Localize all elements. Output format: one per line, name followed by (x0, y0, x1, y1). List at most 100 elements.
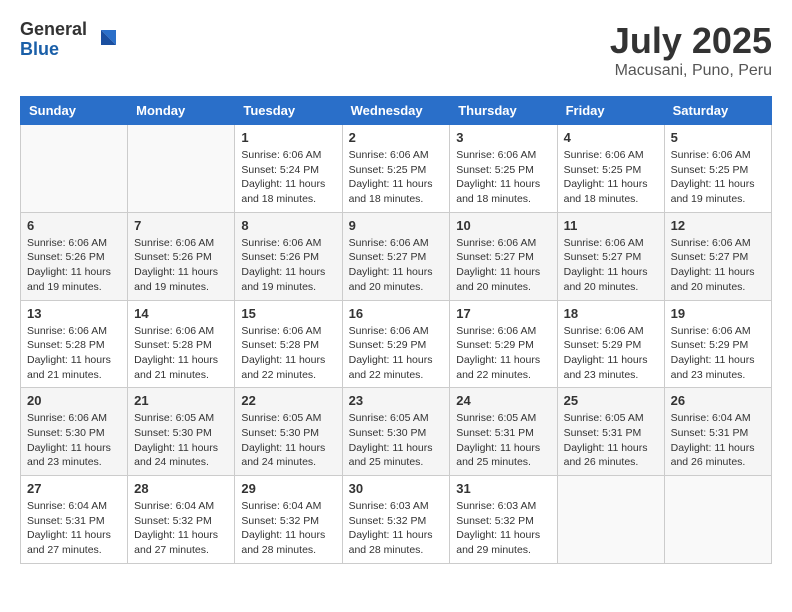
location: Macusani, Puno, Peru (610, 62, 772, 80)
calendar-day-cell: 14Sunrise: 6:06 AMSunset: 5:28 PMDayligh… (128, 300, 235, 388)
day-number: 20 (27, 393, 121, 408)
day-info: Sunrise: 6:04 AMSunset: 5:32 PMDaylight:… (134, 499, 228, 558)
day-number: 23 (349, 393, 444, 408)
day-info: Sunrise: 6:06 AMSunset: 5:27 PMDaylight:… (349, 236, 444, 295)
day-number: 13 (27, 306, 121, 321)
calendar-day-cell: 21Sunrise: 6:05 AMSunset: 5:30 PMDayligh… (128, 388, 235, 476)
weekday-header-thursday: Thursday (450, 97, 557, 125)
day-number: 2 (349, 130, 444, 145)
weekday-header-saturday: Saturday (664, 97, 771, 125)
calendar-day-cell: 22Sunrise: 6:05 AMSunset: 5:30 PMDayligh… (235, 388, 342, 476)
calendar-day-cell: 8 Sunrise: 6:06 AMSunset: 5:26 PMDaylight… (235, 212, 342, 300)
day-info: Sunrise: 6:06 AMSunset: 5:25 PMDaylight:… (456, 148, 550, 207)
day-number: 19 (671, 306, 765, 321)
calendar-day-cell: 5Sunrise: 6:06 AMSunset: 5:25 PMDaylight… (664, 125, 771, 213)
calendar-day-cell: 26Sunrise: 6:04 AMSunset: 5:31 PMDayligh… (664, 388, 771, 476)
day-info: Sunrise: 6:06 AMSunset: 5:28 PMDaylight:… (241, 324, 335, 383)
day-info: Sunrise: 6:06 AMSunset: 5:26 PMDaylight:… (241, 236, 335, 295)
calendar-day-cell: 11 Sunrise: 6:06 AMSunset: 5:27 PMDayligh… (557, 212, 664, 300)
day-number: 26 (671, 393, 765, 408)
day-number: 28 (134, 481, 228, 496)
calendar-day-cell: 2 Sunrise: 6:06 AMSunset: 5:25 PMDaylight… (342, 125, 450, 213)
calendar-day-cell: 29 Sunrise: 6:04 AMSunset: 5:32 PMDayligh… (235, 476, 342, 564)
day-info: Sunrise: 6:06 AMSunset: 5:29 PMDaylight:… (671, 324, 765, 383)
weekday-header-monday: Monday (128, 97, 235, 125)
day-number: 22 (241, 393, 335, 408)
day-info: Sunrise: 6:06 AMSunset: 5:29 PMDaylight:… (456, 324, 550, 383)
calendar-day-cell: 9 Sunrise: 6:06 AMSunset: 5:27 PMDaylight… (342, 212, 450, 300)
day-number: 9 (349, 218, 444, 233)
day-info: Sunrise: 6:06 AMSunset: 5:24 PMDaylight:… (241, 148, 335, 207)
day-info: Sunrise: 6:06 AMSunset: 5:27 PMDaylight:… (456, 236, 550, 295)
day-info: Sunrise: 6:04 AMSunset: 5:32 PMDaylight:… (241, 499, 335, 558)
calendar-day-cell: 18 Sunrise: 6:06 AMSunset: 5:29 PMDayligh… (557, 300, 664, 388)
day-number: 10 (456, 218, 550, 233)
calendar-day-cell: 15 Sunrise: 6:06 AMSunset: 5:28 PMDayligh… (235, 300, 342, 388)
day-info: Sunrise: 6:03 AMSunset: 5:32 PMDaylight:… (349, 499, 444, 558)
day-number: 24 (456, 393, 550, 408)
day-number: 21 (134, 393, 228, 408)
calendar-week-row: 6 Sunrise: 6:06 AMSunset: 5:26 PMDaylight… (21, 212, 772, 300)
day-number: 31 (456, 481, 550, 496)
day-number: 16 (349, 306, 444, 321)
day-number: 12 (671, 218, 765, 233)
day-info: Sunrise: 6:06 AMSunset: 5:29 PMDaylight:… (349, 324, 444, 383)
calendar-day-cell: 7 Sunrise: 6:06 AMSunset: 5:26 PMDaylight… (128, 212, 235, 300)
day-info: Sunrise: 6:06 AMSunset: 5:25 PMDaylight:… (349, 148, 444, 207)
calendar-day-cell: 13 Sunrise: 6:06 AMSunset: 5:28 PMDayligh… (21, 300, 128, 388)
calendar-day-cell: 10 Sunrise: 6:06 AMSunset: 5:27 PMDayligh… (450, 212, 557, 300)
logo-general-text: General (20, 20, 87, 40)
day-number: 5 (671, 130, 765, 145)
calendar-day-cell: 4 Sunrise: 6:06 AMSunset: 5:25 PMDaylight… (557, 125, 664, 213)
day-info: Sunrise: 6:06 AMSunset: 5:29 PMDaylight:… (564, 324, 658, 383)
calendar-day-cell (664, 476, 771, 564)
day-info: Sunrise: 6:06 AMSunset: 5:26 PMDaylight:… (27, 236, 121, 295)
day-info: Sunrise: 6:06 AMSunset: 5:28 PMDaylight:… (27, 324, 121, 383)
day-number: 7 (134, 218, 228, 233)
day-number: 15 (241, 306, 335, 321)
calendar-day-cell (21, 125, 128, 213)
month-title: July 2025 (610, 20, 772, 62)
calendar-day-cell: 25Sunrise: 6:05 AMSunset: 5:31 PMDayligh… (557, 388, 664, 476)
day-info: Sunrise: 6:05 AMSunset: 5:31 PMDaylight:… (456, 411, 550, 470)
day-number: 25 (564, 393, 658, 408)
weekday-header-row: SundayMondayTuesdayWednesdayThursdayFrid… (21, 97, 772, 125)
day-info: Sunrise: 6:06 AMSunset: 5:30 PMDaylight:… (27, 411, 121, 470)
logo-blue-text: Blue (20, 40, 87, 60)
day-number: 6 (27, 218, 121, 233)
calendar-day-cell (128, 125, 235, 213)
day-number: 11 (564, 218, 658, 233)
day-info: Sunrise: 6:06 AMSunset: 5:27 PMDaylight:… (564, 236, 658, 295)
weekday-header-wednesday: Wednesday (342, 97, 450, 125)
calendar-day-cell: 6 Sunrise: 6:06 AMSunset: 5:26 PMDaylight… (21, 212, 128, 300)
calendar-day-cell (557, 476, 664, 564)
weekday-header-sunday: Sunday (21, 97, 128, 125)
calendar-week-row: 27Sunrise: 6:04 AMSunset: 5:31 PMDayligh… (21, 476, 772, 564)
calendar-day-cell: 23 Sunrise: 6:05 AMSunset: 5:30 PMDayligh… (342, 388, 450, 476)
day-info: Sunrise: 6:04 AMSunset: 5:31 PMDaylight:… (27, 499, 121, 558)
day-number: 18 (564, 306, 658, 321)
day-number: 3 (456, 130, 550, 145)
day-number: 17 (456, 306, 550, 321)
logo: General Blue (20, 20, 121, 60)
calendar-day-cell: 17 Sunrise: 6:06 AMSunset: 5:29 PMDayligh… (450, 300, 557, 388)
day-info: Sunrise: 6:06 AMSunset: 5:25 PMDaylight:… (564, 148, 658, 207)
calendar-week-row: 13 Sunrise: 6:06 AMSunset: 5:28 PMDayligh… (21, 300, 772, 388)
day-number: 29 (241, 481, 335, 496)
day-info: Sunrise: 6:06 AMSunset: 5:27 PMDaylight:… (671, 236, 765, 295)
calendar-table: SundayMondayTuesdayWednesdayThursdayFrid… (20, 96, 772, 564)
day-info: Sunrise: 6:06 AMSunset: 5:28 PMDaylight:… (134, 324, 228, 383)
day-info: Sunrise: 6:06 AMSunset: 5:26 PMDaylight:… (134, 236, 228, 295)
calendar-day-cell: 24 Sunrise: 6:05 AMSunset: 5:31 PMDayligh… (450, 388, 557, 476)
weekday-header-tuesday: Tuesday (235, 97, 342, 125)
day-number: 1 (241, 130, 335, 145)
calendar-day-cell: 28 Sunrise: 6:04 AMSunset: 5:32 PMDayligh… (128, 476, 235, 564)
day-number: 4 (564, 130, 658, 145)
page-header: General Blue July 2025 Macusani, Puno, P… (20, 20, 772, 80)
calendar-day-cell: 1 Sunrise: 6:06 AMSunset: 5:24 PMDaylight… (235, 125, 342, 213)
title-block: July 2025 Macusani, Puno, Peru (610, 20, 772, 80)
day-number: 30 (349, 481, 444, 496)
day-number: 8 (241, 218, 335, 233)
calendar-day-cell: 30 Sunrise: 6:03 AMSunset: 5:32 PMDayligh… (342, 476, 450, 564)
day-info: Sunrise: 6:05 AMSunset: 5:30 PMDaylight:… (349, 411, 444, 470)
